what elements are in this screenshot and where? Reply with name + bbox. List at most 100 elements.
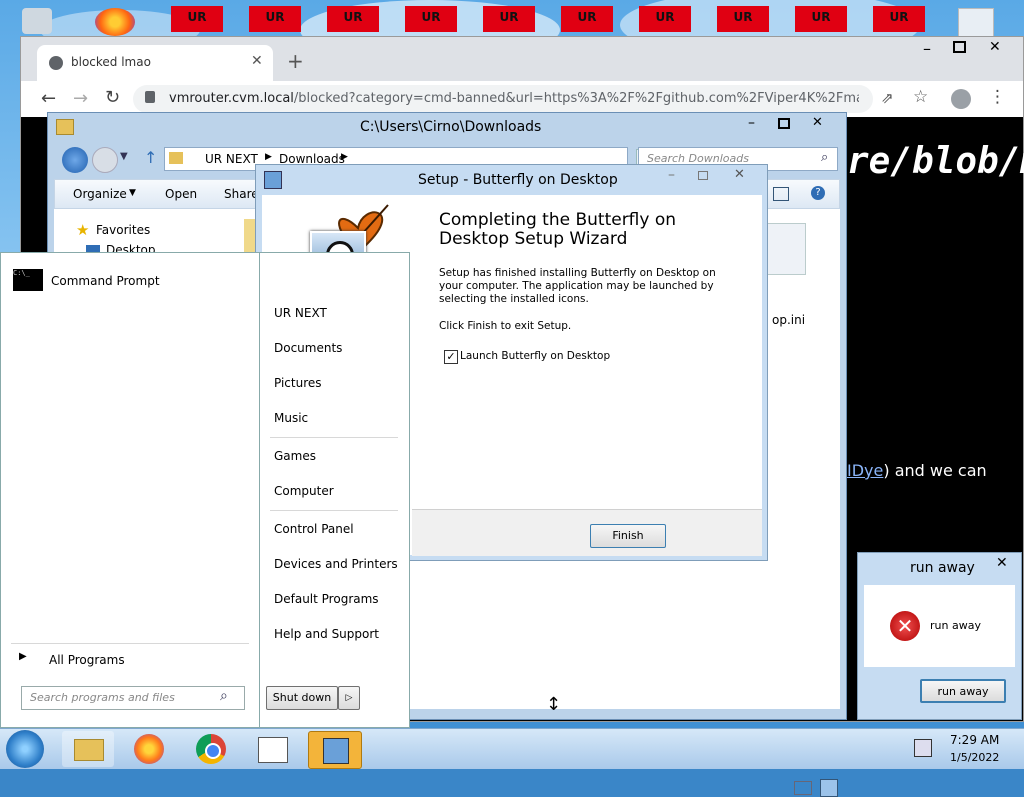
- chevron-down-icon: ▼: [129, 188, 136, 198]
- run-away-button[interactable]: run away: [920, 679, 1006, 703]
- start-menu: C:\_ Command Prompt ▶ All Programs Searc…: [0, 252, 410, 728]
- help-icon[interactable]: ?: [811, 186, 825, 200]
- chevron-right-icon: ▶: [19, 651, 27, 662]
- large-icons-view-icon[interactable]: [820, 779, 838, 797]
- back-arrow-icon[interactable]: ←: [41, 88, 56, 109]
- launch-checkbox[interactable]: ✓: [444, 350, 458, 364]
- page-text: ) and we can: [883, 461, 987, 480]
- installer-icon: [264, 171, 282, 189]
- shutdown-options-icon[interactable]: ▷: [338, 686, 360, 710]
- globe-icon: [49, 56, 63, 70]
- clock-date[interactable]: 1/5/2022: [950, 751, 999, 764]
- command-prompt-icon: C:\_: [13, 269, 43, 291]
- start-item-computer[interactable]: Computer: [274, 484, 334, 498]
- back-button-icon[interactable]: [62, 147, 88, 173]
- taskbar-app-icon[interactable]: [248, 731, 300, 767]
- all-programs-button[interactable]: All Programs: [49, 653, 125, 667]
- nav-favorites[interactable]: Favorites: [96, 223, 150, 237]
- network-icon[interactable]: [914, 739, 932, 757]
- forward-arrow-icon[interactable]: →: [73, 88, 88, 109]
- start-menu-right: UR NEXT Documents Pictures Music Games C…: [260, 252, 410, 728]
- resize-cursor-icon: ↕: [546, 694, 562, 715]
- search-icon: ⌕: [220, 688, 228, 704]
- minimize-icon[interactable]: –: [668, 167, 675, 183]
- tab-close-icon[interactable]: ✕: [251, 53, 263, 69]
- ur-badge: UR: [561, 6, 613, 32]
- start-item-games[interactable]: Games: [274, 449, 316, 463]
- dialog-message: run away: [930, 619, 981, 632]
- close-icon[interactable]: ✕: [812, 115, 823, 130]
- dialog-title: run away: [910, 560, 975, 576]
- address-bar[interactable]: vmrouter.cvm.local/blocked?category=cmd-…: [133, 85, 873, 113]
- ur-badge: UR: [249, 6, 301, 32]
- page-large-text: re/blob/m: [847, 141, 1024, 182]
- folder-icon: [169, 152, 183, 164]
- explorer-title: C:\Users\Cirno\Downloads: [360, 119, 542, 135]
- start-item-documents[interactable]: Documents: [274, 341, 342, 355]
- open-button[interactable]: Open: [165, 187, 197, 201]
- start-search-input[interactable]: Search programs and files ⌕: [21, 686, 245, 710]
- recycle-bin-icon[interactable]: [22, 8, 52, 34]
- start-item-devices-printers[interactable]: Devices and Printers: [274, 557, 398, 571]
- bookmark-star-icon[interactable]: ☆: [913, 87, 928, 107]
- minimize-icon[interactable]: –: [923, 39, 931, 58]
- taskbar-chrome-icon[interactable]: [186, 731, 238, 767]
- details-view-icon[interactable]: [794, 781, 812, 795]
- maximize-icon[interactable]: [698, 171, 708, 180]
- page-link[interactable]: IDye: [847, 461, 883, 480]
- file-label[interactable]: op.ini: [772, 313, 805, 327]
- start-item-command-prompt[interactable]: Command Prompt: [51, 274, 160, 288]
- launch-checkbox-label[interactable]: Launch Butterfly on Desktop: [460, 350, 610, 362]
- start-menu-left: C:\_ Command Prompt ▶ All Programs Searc…: [0, 252, 260, 728]
- reload-icon[interactable]: ↻: [105, 87, 120, 108]
- start-item-pictures[interactable]: Pictures: [274, 376, 322, 390]
- close-icon[interactable]: ✕: [996, 555, 1008, 571]
- maximize-icon[interactable]: [778, 118, 790, 129]
- ini-file-icon[interactable]: [764, 223, 806, 275]
- finish-button[interactable]: Finish: [590, 524, 666, 548]
- dialog-content: ✕ run away: [864, 585, 1015, 667]
- windows-start-icon[interactable]: [6, 730, 44, 768]
- setup-heading: Completing the Butterfly on Desktop Setu…: [439, 210, 677, 249]
- close-icon[interactable]: ✕: [989, 39, 1001, 55]
- lock-icon: [145, 91, 155, 103]
- setup-title: Setup - Butterfly on Desktop: [418, 172, 618, 188]
- setup-body: Setup has finished installing Butterfly …: [439, 267, 716, 305]
- setup-exit-text: Click Finish to exit Setup.: [439, 320, 572, 332]
- maximize-icon[interactable]: [953, 41, 966, 53]
- taskbar-firefox-icon[interactable]: [124, 731, 176, 767]
- clock-time[interactable]: 7:29 AM: [950, 733, 999, 747]
- start-item-music[interactable]: Music: [274, 411, 308, 425]
- start-item-ur-next[interactable]: UR NEXT: [274, 306, 327, 320]
- firefox-desktop-icon[interactable]: [95, 8, 135, 36]
- new-tab-button[interactable]: +: [287, 49, 304, 73]
- taskbar-explorer-icon[interactable]: [62, 731, 114, 767]
- profile-avatar-icon[interactable]: [951, 89, 971, 109]
- share-button[interactable]: Share: [224, 187, 259, 201]
- close-icon[interactable]: ✕: [734, 167, 745, 182]
- forward-button-icon[interactable]: [92, 147, 118, 173]
- history-dropdown-icon[interactable]: ▼: [120, 151, 128, 162]
- ur-badge: UR: [171, 6, 223, 32]
- ur-badge: UR: [483, 6, 535, 32]
- taskbar: 7:29 AM 1/5/2022: [0, 728, 1024, 769]
- up-arrow-icon[interactable]: ↑: [144, 148, 157, 167]
- ur-badge: UR: [795, 6, 847, 32]
- minimize-icon[interactable]: –: [748, 115, 755, 131]
- preview-pane-icon[interactable]: [773, 187, 789, 201]
- url-path: /blocked?category=cmd-banned&url=https%3…: [293, 91, 859, 106]
- tab-title: blocked lmao: [71, 55, 151, 69]
- menu-dots-icon[interactable]: ⋮: [989, 87, 1006, 107]
- taskbar-setup-icon[interactable]: [308, 731, 362, 769]
- start-item-control-panel[interactable]: Control Panel: [274, 522, 354, 536]
- shutdown-button[interactable]: Shut down: [266, 686, 338, 710]
- start-item-default-programs[interactable]: Default Programs: [274, 592, 379, 606]
- organize-button[interactable]: Organize: [73, 187, 127, 201]
- share-icon[interactable]: ⇗: [881, 89, 894, 107]
- search-icon: ⌕: [821, 150, 829, 165]
- desktop-file-icon[interactable]: [958, 8, 994, 38]
- breadcrumb-item[interactable]: UR NEXT: [205, 152, 258, 166]
- browser-tab[interactable]: blocked lmao ✕: [37, 45, 273, 81]
- ur-badge: UR: [717, 6, 769, 32]
- start-item-help-support[interactable]: Help and Support: [274, 627, 379, 641]
